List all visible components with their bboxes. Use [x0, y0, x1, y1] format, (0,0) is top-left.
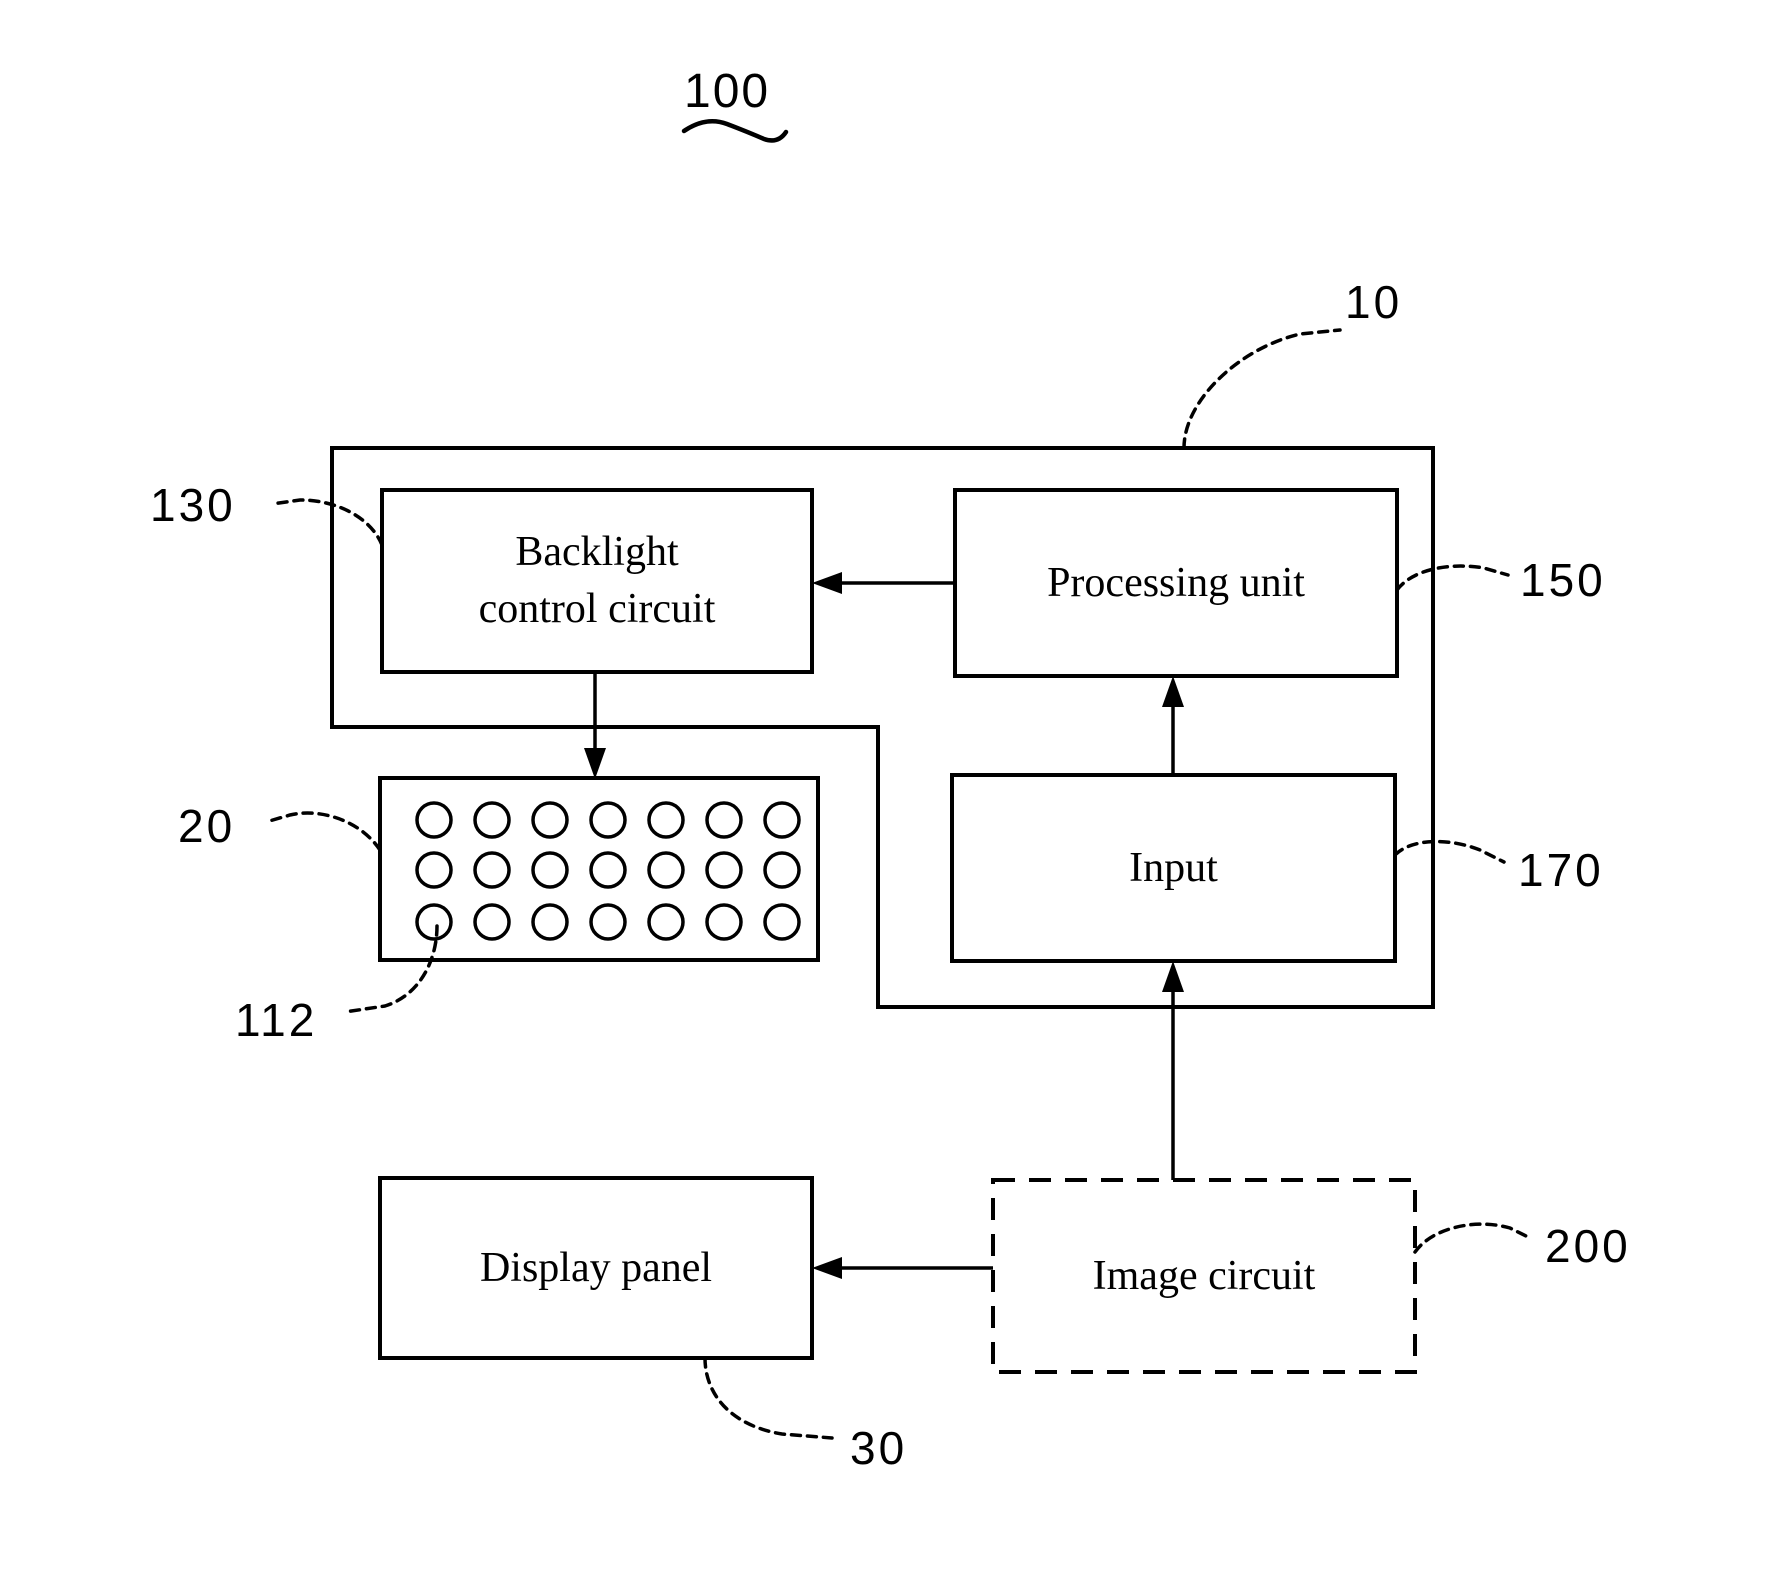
- leader-20: [264, 811, 382, 852]
- leader-112: [343, 924, 439, 1014]
- leader-130: [270, 498, 384, 547]
- led-circle: [763, 903, 801, 941]
- led-circle: [647, 851, 685, 889]
- leader-170: [1393, 839, 1506, 864]
- leader-150: [1395, 564, 1510, 592]
- patent-figure-canvas: 100 Backlight control circuit Processing…: [0, 0, 1791, 1576]
- ref-label-10: 10: [1345, 276, 1403, 328]
- backlight-control-label-line2: control circuit: [478, 586, 716, 632]
- figure-number-squiggle: [681, 118, 789, 143]
- led-circle: [473, 903, 511, 941]
- display-panel-label: Display panel: [479, 1244, 713, 1291]
- led-circle: [705, 903, 743, 941]
- led-circle-group: [415, 801, 801, 941]
- ref-label-30: 30: [850, 1422, 908, 1474]
- led-circle: [473, 801, 511, 839]
- led-circle: [473, 851, 511, 889]
- led-circle: [647, 903, 685, 941]
- led-circle: [763, 801, 801, 839]
- ref-label-200: 200: [1545, 1220, 1631, 1272]
- ref-label-112: 112: [235, 994, 318, 1046]
- arrow-image-circuit-to-input: [1162, 961, 1184, 1180]
- led-circle: [589, 801, 627, 839]
- leader-200: [1413, 1222, 1532, 1254]
- backlight-control-label-line1: Backlight: [515, 529, 679, 576]
- led-circle: [531, 851, 569, 889]
- led-circle: [531, 903, 569, 941]
- led-circle: [589, 903, 627, 941]
- backlight-control-label: Backlight control circuit: [382, 490, 812, 672]
- ref-label-170: 170: [1518, 844, 1604, 896]
- led-circle: [763, 851, 801, 889]
- arrow-image-circuit-to-display: [812, 1257, 993, 1279]
- led-circle: [415, 851, 453, 889]
- ref-label-20: 20: [178, 800, 236, 852]
- ref-label-130: 130: [150, 479, 236, 531]
- led-circle: [531, 801, 569, 839]
- led-circle: [705, 801, 743, 839]
- led-circle: [589, 851, 627, 889]
- input-label: Input: [1129, 844, 1218, 891]
- arrow-input-to-processing: [1162, 676, 1184, 775]
- led-circle: [415, 903, 453, 941]
- leader-10: [1182, 328, 1342, 450]
- processing-unit-label: Processing unit: [1047, 559, 1305, 606]
- arrow-processing-to-backlight: [812, 572, 955, 594]
- image-circuit-label: Image circuit: [1092, 1252, 1316, 1299]
- led-circle: [705, 851, 743, 889]
- diagram-lines: [264, 118, 1532, 1440]
- ref-label-150: 150: [1520, 554, 1606, 606]
- led-circle: [647, 801, 685, 839]
- leader-30: [703, 1356, 834, 1440]
- led-circle: [415, 801, 453, 839]
